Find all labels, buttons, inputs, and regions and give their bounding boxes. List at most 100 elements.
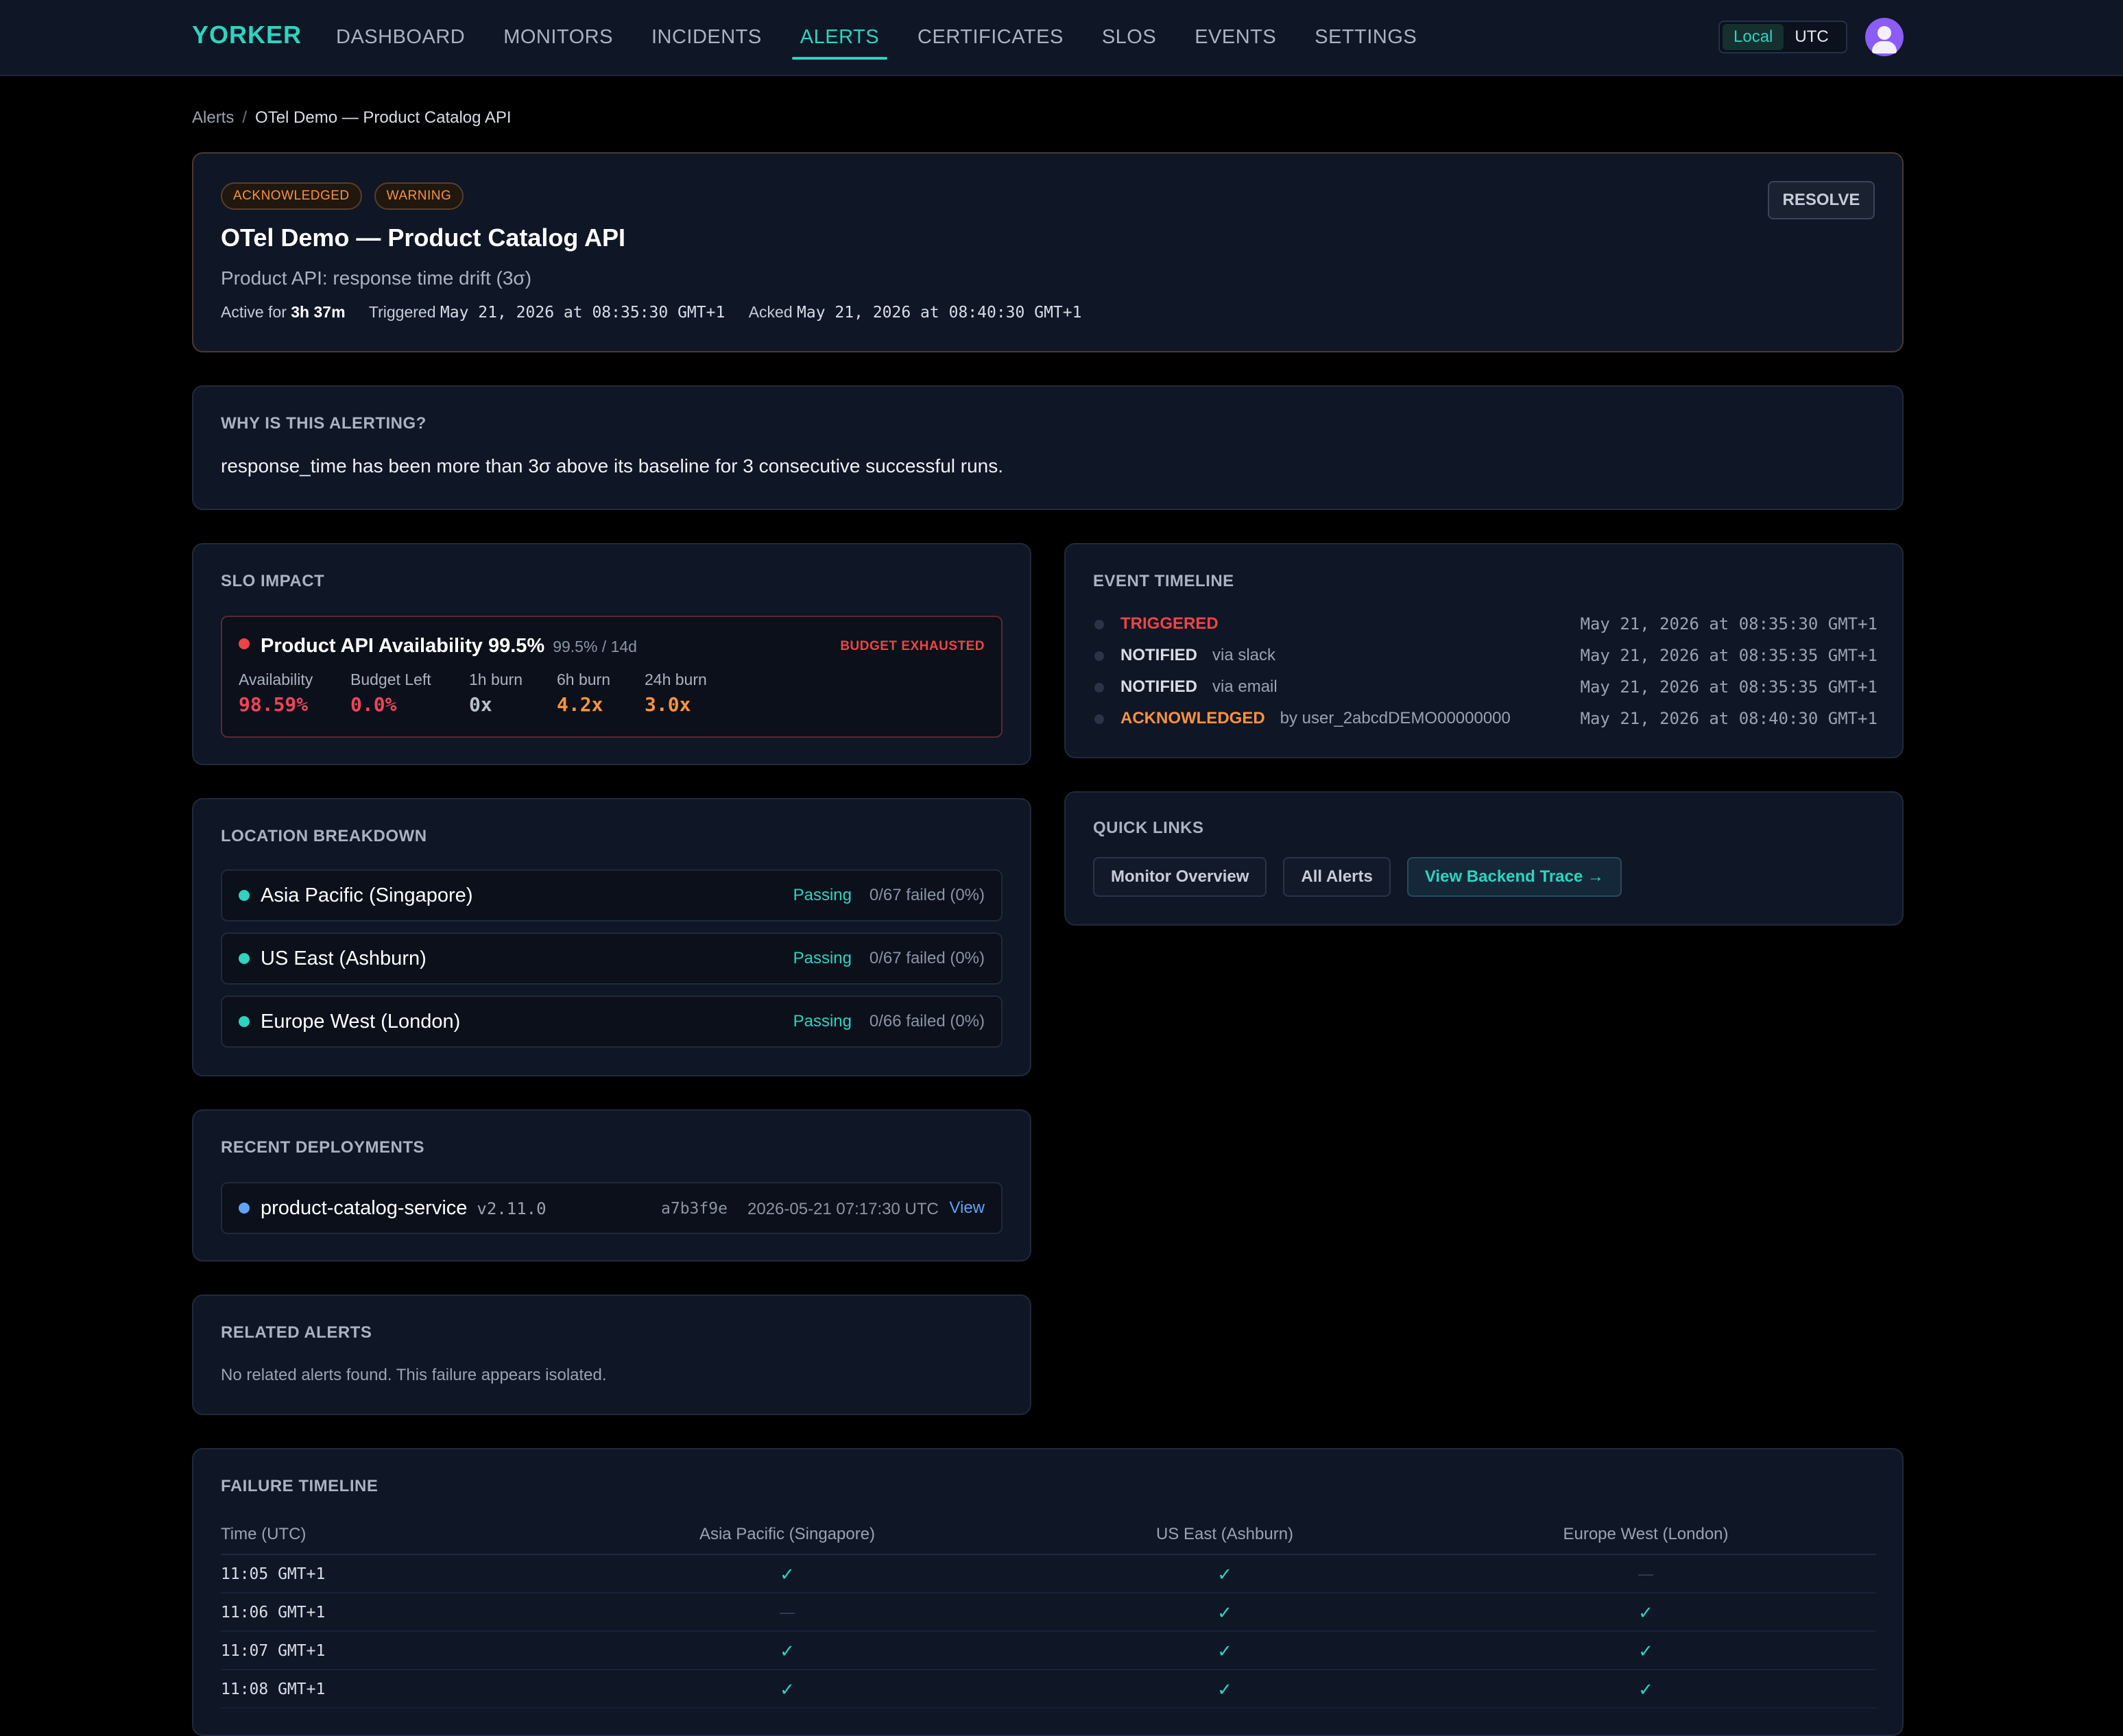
event-detail: via email <box>1212 677 1278 696</box>
quick-links-title: QUICK LINKS <box>1093 819 1204 837</box>
triggered-label: Triggered <box>368 303 436 321</box>
acked-value: May 21, 2026 at 08:40:30 GMT+1 <box>797 304 1082 322</box>
column-header-location: US East (Ashburn) <box>1155 1525 1294 1543</box>
budget-exhausted-badge: BUDGET EXHAUSTED <box>840 639 985 653</box>
pass-check-icon: ✓ <box>780 1641 795 1661</box>
breadcrumb-alerts-link[interactable]: Alerts <box>192 108 234 127</box>
slo-target: 99.5% / 14d <box>553 638 637 655</box>
column-header-time: Time (UTC) <box>221 1525 307 1543</box>
pass-check-icon: ✓ <box>1217 1602 1232 1623</box>
metric-budget-left: Budget Left 0.0% <box>350 671 431 716</box>
triggered-value: May 21, 2026 at 08:35:30 GMT+1 <box>440 304 725 322</box>
timeline-event: TRIGGERED May 21, 2026 at 08:35:30 GMT+1 <box>1093 610 1878 638</box>
location-breakdown-card: LOCATION BREAKDOWN Asia Pacific (Singapo… <box>192 798 1031 1076</box>
timeline-event: NOTIFIED via slack May 21, 2026 at 08:35:… <box>1093 642 1878 669</box>
monitor-overview-button[interactable]: Monitor Overview <box>1093 857 1267 897</box>
deployment-service: product-catalog-service <box>261 1197 468 1219</box>
all-alerts-button[interactable]: All Alerts <box>1283 857 1391 897</box>
severity-badge-warning: WARNING <box>374 182 464 210</box>
location-row[interactable]: US East (Ashburn) Passing 0/67 failed (0… <box>221 932 1003 985</box>
location-breakdown-title: LOCATION BREAKDOWN <box>221 827 427 845</box>
table-row: 11:06 GMT+1 — ✓ ✓ <box>221 1593 1876 1632</box>
row-time: 11:06 GMT+1 <box>221 1604 326 1622</box>
nav-dashboard[interactable]: DASHBOARD <box>336 0 465 76</box>
location-status-dot <box>239 1016 250 1027</box>
why-title: WHY IS THIS ALERTING? <box>221 414 427 433</box>
nav-monitors[interactable]: MONITORS <box>503 0 613 76</box>
metric-24h-burn: 24h burn 3.0x <box>645 671 707 716</box>
deployment-time: 2026-05-21 07:17:30 UTC <box>747 1200 939 1218</box>
slo-impact-card: SLO IMPACT Product API Availability 99.5… <box>192 543 1031 765</box>
nav-events[interactable]: EVENTS <box>1195 0 1276 76</box>
slo-item[interactable]: Product API Availability 99.5% 99.5% / 14… <box>221 616 1003 738</box>
metric-6h-burn: 6h burn 4.2x <box>557 671 611 716</box>
location-row[interactable]: Asia Pacific (Singapore) Passing 0/67 fa… <box>221 869 1003 921</box>
slo-name: Product API Availability 99.5% 99.5% / 14… <box>239 635 637 658</box>
timeline-event: NOTIFIED via email May 21, 2026 at 08:35:… <box>1093 673 1878 701</box>
event-kind: NOTIFIED <box>1120 646 1197 664</box>
no-data-dash-icon: — <box>780 1604 795 1621</box>
pass-check-icon: ✓ <box>1217 1641 1232 1661</box>
location-failed-count: 0/67 failed (0%) <box>869 886 985 904</box>
recent-deployments-title: RECENT DEPLOYMENTS <box>221 1138 425 1157</box>
related-alerts-card: RELATED ALERTS No related alerts found. … <box>192 1294 1031 1415</box>
view-backend-trace-button[interactable]: View Backend Trace → <box>1406 857 1622 897</box>
active-for-label: Active for <box>221 303 287 321</box>
nav-alerts[interactable]: ALERTS <box>791 0 888 76</box>
row-time: 11:05 GMT+1 <box>221 1565 326 1583</box>
location-status: Passing <box>793 1012 852 1030</box>
timeline-event: ACKNOWLEDGED by user_2abcdDEMO00000000 Ma… <box>1093 705 1878 732</box>
event-detail: via slack <box>1212 646 1276 664</box>
slo-status-dot <box>239 638 250 649</box>
row-time: 11:07 GMT+1 <box>221 1642 326 1660</box>
row-time: 11:08 GMT+1 <box>221 1680 326 1698</box>
deployment-version: v2.11.0 <box>477 1199 547 1218</box>
nav-settings[interactable]: SETTINGS <box>1315 0 1417 76</box>
location-name: US East (Ashburn) <box>261 948 427 969</box>
nav-slos[interactable]: SLOS <box>1102 0 1156 76</box>
alert-title: OTel Demo — Product Catalog API <box>221 224 626 252</box>
timeline-dot <box>1094 651 1104 661</box>
deployment-view-link[interactable]: View <box>949 1198 985 1218</box>
nav-certificates[interactable]: CERTIFICATES <box>917 0 1064 76</box>
breadcrumb-current: OTel Demo — Product Catalog API <box>255 108 512 127</box>
metric-1h-burn: 1h burn 0x <box>469 671 523 716</box>
failure-timeline-table: Time (UTC) Asia Pacific (Singapore) US E… <box>221 1517 1876 1709</box>
resolve-button[interactable]: RESOLVE <box>1768 181 1875 219</box>
timeline-dot <box>1094 683 1104 692</box>
why-alerting-card: WHY IS THIS ALERTING? response_time has … <box>192 385 1904 510</box>
event-timeline-title: EVENT TIMELINE <box>1093 572 1234 590</box>
location-name: Asia Pacific (Singapore) <box>261 884 473 906</box>
breadcrumb-separator: / <box>242 108 248 127</box>
alert-meta: Active for 3h 37m Triggered May 21, 2026… <box>221 303 1081 322</box>
tz-utc-option[interactable]: UTC <box>1784 24 1839 50</box>
why-text: response_time has been more than 3σ abov… <box>221 455 1004 477</box>
user-avatar-icon[interactable] <box>1865 18 1904 56</box>
location-row[interactable]: Europe West (London) Passing 0/66 failed… <box>221 996 1003 1048</box>
event-kind: TRIGGERED <box>1120 614 1219 633</box>
table-row: 11:07 GMT+1 ✓ ✓ ✓ <box>221 1632 1876 1670</box>
column-header-location: Asia Pacific (Singapore) <box>699 1525 876 1543</box>
location-status: Passing <box>793 886 852 904</box>
alert-subtitle: Product API: response time drift (3σ) <box>221 267 532 289</box>
top-navigation: YORKER DASHBOARD MONITORS INCIDENTS ALER… <box>0 0 2123 76</box>
event-time: May 21, 2026 at 08:35:35 GMT+1 <box>1580 677 1878 697</box>
event-time: May 21, 2026 at 08:40:30 GMT+1 <box>1580 709 1878 728</box>
table-row: 11:05 GMT+1 ✓ ✓ — <box>221 1555 1876 1593</box>
pass-check-icon: ✓ <box>1217 1564 1232 1584</box>
nav-incidents[interactable]: INCIDENTS <box>651 0 762 76</box>
brand-logo[interactable]: YORKER <box>192 21 302 49</box>
nav-links: DASHBOARD MONITORS INCIDENTS ALERTS CERT… <box>336 0 1455 76</box>
pass-check-icon: ✓ <box>1638 1602 1653 1623</box>
pass-check-icon: ✓ <box>1638 1679 1653 1700</box>
table-row: 11:08 GMT+1 ✓ ✓ ✓ <box>221 1670 1876 1709</box>
location-name: Europe West (London) <box>261 1011 461 1033</box>
slo-impact-title: SLO IMPACT <box>221 572 325 590</box>
metric-availability: Availability 98.59% <box>239 671 313 716</box>
tz-local-option[interactable]: Local <box>1723 24 1784 50</box>
quick-links-card: QUICK LINKS Monitor Overview All Alerts … <box>1064 791 1904 926</box>
status-badge-acknowledged: ACKNOWLEDGED <box>221 182 362 210</box>
quick-links: Monitor Overview All Alerts View Backend… <box>1093 857 1638 897</box>
pass-check-icon: ✓ <box>780 1679 795 1700</box>
deployment-sha: a7b3f9e <box>661 1200 728 1218</box>
